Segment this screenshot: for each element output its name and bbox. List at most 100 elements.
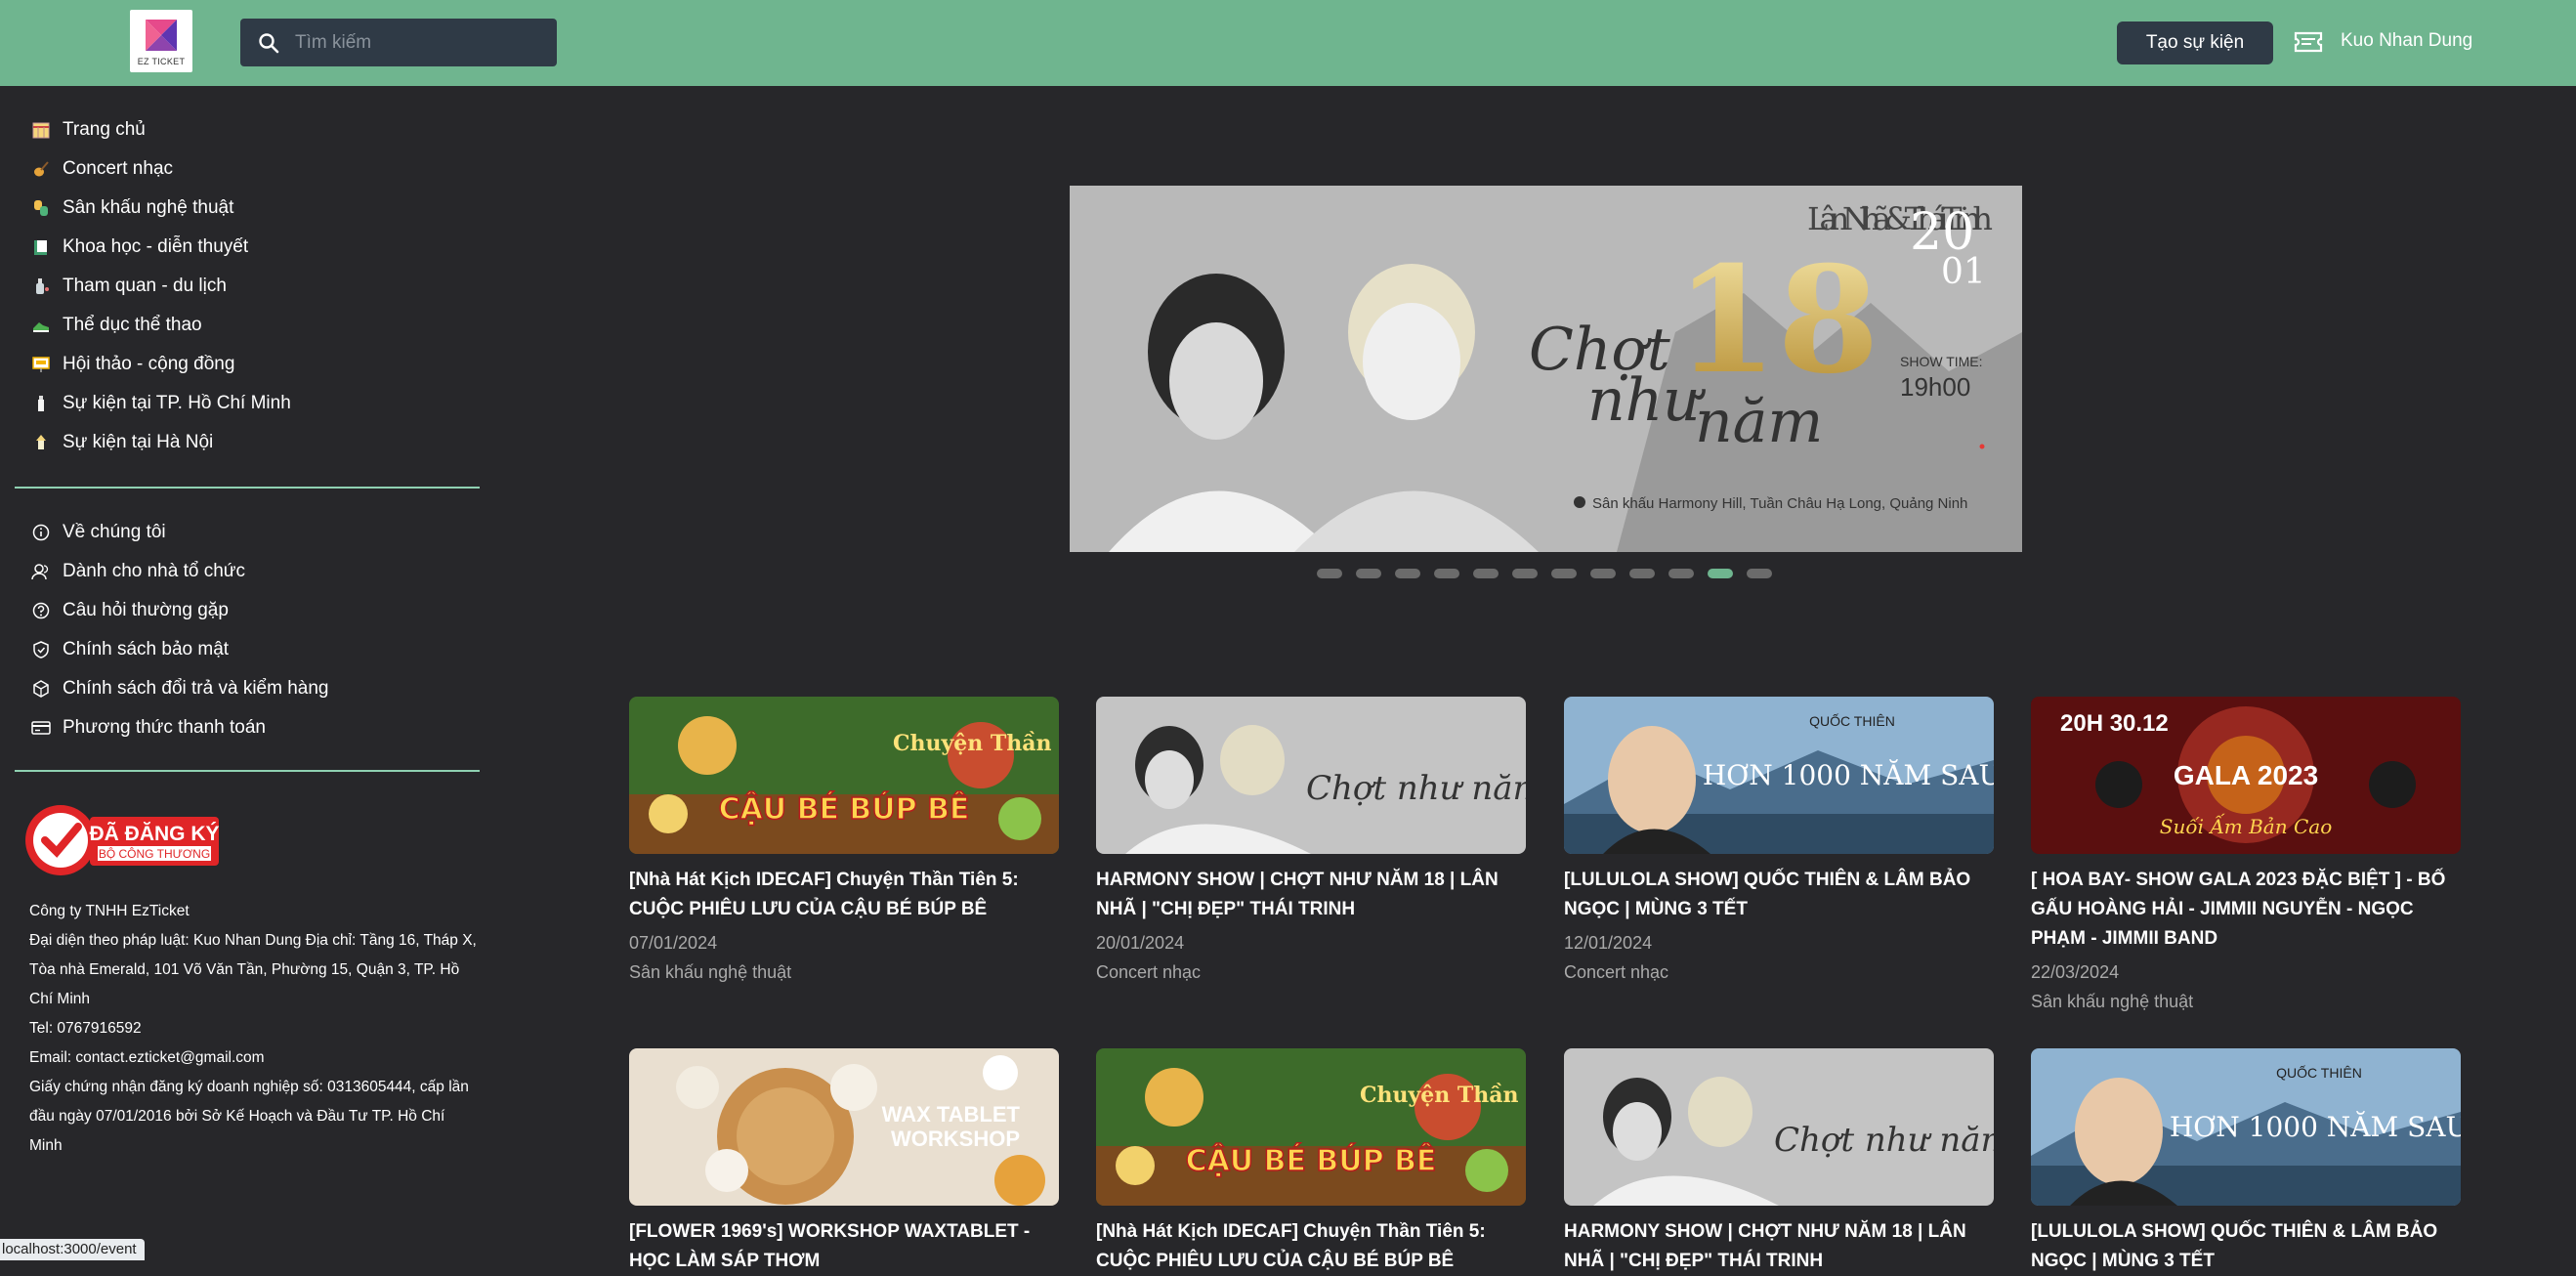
sidebar-item-science[interactable]: Khoa học - diễn thuyết (31, 233, 248, 262)
company-representative: Đại diện theo pháp luật: Kuo Nhan Dung Đ… (29, 932, 477, 1007)
carousel-dot[interactable] (1708, 569, 1733, 578)
search-box[interactable] (240, 19, 557, 66)
hero-banner[interactable]: 18 Chợt như năm Lân Nhã & Thái Trinh 20 … (1070, 186, 2022, 552)
event-title[interactable]: [LULULOLA SHOW] QUỐC THIÊN & LÂM BẢO NGỌ… (1564, 866, 1994, 924)
thumb-subtitle: CẬU BÉ BÚP BÊ (719, 790, 970, 827)
event-category: Sân khấu nghệ thuật (2031, 992, 2194, 1011)
lamp-icon (31, 394, 51, 413)
event-thumbnail[interactable]: QUỐC THIÊN HƠN 1000 NĂM SAU (2031, 1048, 2461, 1206)
sidebar-item-privacy[interactable]: Chính sách bảo mật (31, 635, 229, 664)
carousel-dot[interactable] (1356, 569, 1381, 578)
thumb-title: QUỐC THIÊN (1809, 712, 1895, 729)
sidebar-item-returns[interactable]: Chính sách đổi trả và kiểm hàng (31, 674, 329, 703)
carousel-dot[interactable] (1473, 569, 1499, 578)
sidebar-item-home[interactable]: Trang chủ (31, 115, 146, 145)
sidebar-item-payment[interactable]: Phương thức thanh toán (31, 713, 266, 743)
carousel-dot[interactable] (1747, 569, 1772, 578)
event-card[interactable]: 20H 30.12 GALA 2023 Suối Ấm Bản Cao [ HO… (2031, 697, 2461, 1016)
carousel-dot[interactable] (1551, 569, 1577, 578)
bo-cong-thuong-badge[interactable]: ĐÃ ĐĂNG KÝ BỘ CÔNG THƯƠNG (23, 803, 221, 877)
thumb-title: Chợt như năm 18 (1306, 769, 1526, 808)
event-title[interactable]: [LULULOLA SHOW] QUỐC THIÊN & LÂM BẢO NGỌ… (2031, 1217, 2461, 1276)
sidebar-item-label: Sự kiện tại TP. Hồ Chí Minh (63, 393, 291, 413)
sidebar-item-hanoi[interactable]: Sự kiện tại Hà Nội (31, 428, 213, 457)
sidebar-item-hcm[interactable]: Sự kiện tại TP. Hồ Chí Minh (31, 389, 291, 418)
carousel-dot[interactable] (1317, 569, 1342, 578)
event-category: Concert nhạc (1564, 962, 1669, 982)
sidebar-item-theater[interactable]: Sân khấu nghệ thuật (31, 193, 233, 223)
company-info: Công ty TNHH EzTicket Đại diện theo pháp… (29, 897, 481, 1161)
box-icon (31, 679, 51, 699)
sidebar-item-seminar[interactable]: Hội thảo - cộng đồng (31, 350, 234, 379)
event-card[interactable]: QUỐC THIÊN HƠN 1000 NĂM SAU [LULULOLA SH… (2031, 1048, 2461, 1276)
logo-mark-icon (146, 20, 177, 51)
sidebar-item-label: Thể dục thể thao (63, 315, 202, 335)
search-icon (259, 32, 279, 53)
sidebar-item-concert[interactable]: Concert nhạc (31, 154, 173, 184)
event-title[interactable]: HARMONY SHOW | CHỢT NHƯ NĂM 18 | LÂN NHÃ… (1096, 866, 1526, 924)
event-date: 20/01/2024 (1096, 933, 1185, 953)
sidebar-item-organizer[interactable]: Dành cho nhà tổ chức (31, 557, 245, 586)
event-card[interactable]: WAX TABLET WORKSHOP [FLOWER 1969's] WORK… (629, 1048, 1059, 1276)
theater-icon (31, 198, 51, 218)
event-title[interactable]: [ HOA BAY- SHOW GALA 2023 ĐẶC BIỆT ] - B… (2031, 866, 2461, 954)
sidebar-item-sports[interactable]: Thể dục thể thao (31, 311, 202, 340)
event-card[interactable]: Chợt như năm 18 HARMONY SHOW | CHỢT NHƯ … (1096, 697, 1526, 987)
event-title[interactable]: HARMONY SHOW | CHỢT NHƯ NĂM 18 | LÂN NHÃ… (1564, 1217, 1994, 1276)
question-icon (31, 601, 51, 620)
sidebar-divider (15, 487, 480, 489)
status-url: localhost:3000/event (0, 1239, 145, 1260)
event-thumbnail[interactable]: 20H 30.12 GALA 2023 Suối Ấm Bản Cao (2031, 697, 2461, 854)
event-title[interactable]: [Nhà Hát Kịch IDECAF] Chuyện Thần Tiên 5… (629, 866, 1059, 924)
sidebar-item-travel[interactable]: Tham quan - du lịch (31, 272, 227, 301)
event-title[interactable]: [Nhà Hát Kịch IDECAF] Chuyện Thần Tiên 5… (1096, 1217, 1526, 1276)
create-event-button[interactable]: Tạo sự kiện (2117, 21, 2273, 64)
thumb-subtitle: CẬU BÉ BÚP BÊ (1186, 1142, 1437, 1178)
event-thumbnail[interactable]: QUỐC THIÊN HƠN 1000 NĂM SAU (1564, 697, 1994, 854)
sneaker-icon (31, 316, 51, 335)
event-thumbnail[interactable]: Chợt như năm 18 (1096, 697, 1526, 854)
sidebar-item-label: Hội thảo - cộng đồng (63, 354, 235, 374)
event-thumbnail[interactable]: Chuyện Thần Tiên 5 CẬU BÉ BÚP BÊ (629, 697, 1059, 854)
carousel-dot[interactable] (1590, 569, 1616, 578)
sidebar-item-label: Khoa học - diễn thuyết (63, 236, 249, 257)
event-category: Sân khấu nghệ thuật (629, 962, 792, 982)
sidebar-item-faq[interactable]: Câu hỏi thường gặp (31, 596, 229, 625)
banner-title-2: như (1587, 366, 1706, 435)
event-date: 07/01/2024 (629, 933, 718, 953)
banner-showtime-label: SHOW TIME: (1900, 354, 1983, 369)
shield-icon (31, 640, 51, 659)
calendar-icon (31, 120, 51, 140)
logo-text: EZ TICKET (137, 57, 186, 66)
banner-month: 01 (1941, 252, 1986, 292)
sidebar-item-label: Chính sách đổi trả và kiểm hàng (63, 678, 329, 699)
carousel-dot[interactable] (1395, 569, 1420, 578)
thumb-title: WAX TABLET (882, 1102, 1021, 1127)
sidebar-item-label: Sự kiện tại Hà Nội (63, 432, 214, 452)
event-thumbnail[interactable]: WAX TABLET WORKSHOP (629, 1048, 1059, 1206)
company-license: Giấy chứng nhận đăng ký doanh nghiệp số:… (29, 1079, 469, 1154)
carousel-dot[interactable] (1512, 569, 1538, 578)
event-thumbnail[interactable]: Chợt như năm 18 (1564, 1048, 1994, 1206)
ezticket-logo[interactable]: EZ TICKET (130, 10, 192, 72)
event-date: 22/03/2024 (2031, 962, 2120, 982)
user-name-link[interactable]: Kuo Nhan Dung (2341, 30, 2472, 52)
ticket-icon[interactable] (2293, 28, 2324, 56)
event-category: Concert nhạc (1096, 962, 1202, 982)
carousel-dot[interactable] (1668, 569, 1694, 578)
book-icon (31, 237, 51, 257)
carousel-dot[interactable] (1629, 569, 1655, 578)
thumb-title: QUỐC THIÊN (2276, 1064, 2362, 1081)
thumb-subtitle: HƠN 1000 NĂM SAU (2170, 1111, 2461, 1143)
event-card[interactable]: Chuyện Thần Tiên 5 CẬU BÉ BÚP BÊ [Nhà Há… (1096, 1048, 1526, 1276)
event-card[interactable]: Chuyện Thần Tiên 5 CẬU BÉ BÚP BÊ [Nhà Há… (629, 697, 1059, 987)
sidebar-item-about[interactable]: Về chúng tôi (31, 518, 166, 547)
event-thumbnail[interactable]: Chuyện Thần Tiên 5 CẬU BÉ BÚP BÊ (1096, 1048, 1526, 1206)
carousel-dot[interactable] (1434, 569, 1459, 578)
event-card[interactable]: Chợt như năm 18 HARMONY SHOW | CHỢT NHƯ … (1564, 1048, 1994, 1276)
thumb-caption: Suối Ấm Bản Cao (2160, 813, 2332, 838)
guitar-icon (31, 159, 51, 179)
search-input[interactable] (295, 31, 529, 54)
event-title[interactable]: [FLOWER 1969's] WORKSHOP WAXTABLET - HỌC… (629, 1217, 1059, 1276)
event-card[interactable]: QUỐC THIÊN HƠN 1000 NĂM SAU [LULULOLA SH… (1564, 697, 1994, 987)
